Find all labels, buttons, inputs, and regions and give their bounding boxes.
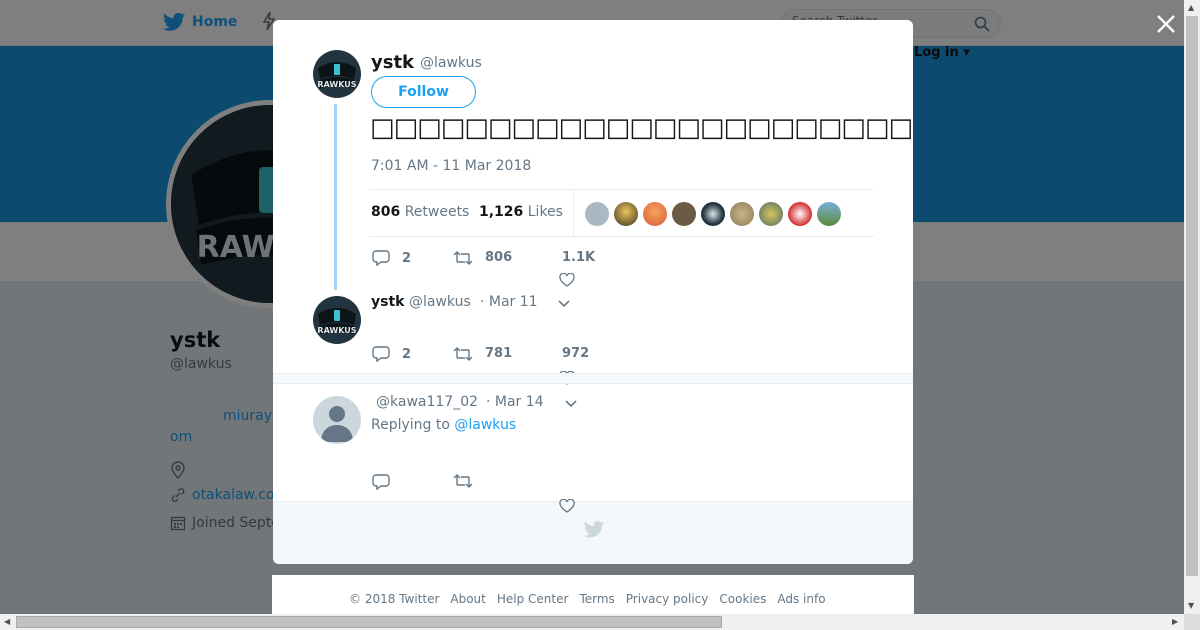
retweet-action[interactable] <box>453 474 473 488</box>
liker-avatar[interactable] <box>701 202 725 226</box>
retweet-action[interactable]: 781 <box>453 346 512 361</box>
page-footer: © 2018 Twitter About Help Center Terms P… <box>272 575 914 614</box>
like-count: 1.1K <box>562 250 596 265</box>
reply-icon <box>372 346 390 362</box>
footer-link-ads-info[interactable]: Ads info <box>777 592 825 606</box>
author-handle[interactable]: @lawkus <box>420 55 482 71</box>
liker-avatar[interactable] <box>672 202 696 226</box>
replying-to-handle[interactable]: @lawkus <box>454 417 516 433</box>
reply-date[interactable]: · Mar 14 <box>486 394 544 410</box>
author-avatar[interactable]: RAWKUS <box>313 50 361 98</box>
reply-action[interactable]: 2 <box>372 250 411 266</box>
horizontal-scrollbar-thumb[interactable] <box>16 616 722 628</box>
conversation-thread-line <box>334 104 337 290</box>
footer-copyright: © 2018 Twitter <box>349 592 440 606</box>
retweet-icon <box>453 250 473 265</box>
retweet-count: 781 <box>485 346 513 361</box>
liker-avatar[interactable] <box>585 202 609 226</box>
reply-action[interactable]: 2 <box>372 346 411 362</box>
reply-action[interactable] <box>372 474 390 490</box>
reply-count: 2 <box>402 346 412 362</box>
liker-avatar[interactable] <box>788 202 812 226</box>
liker-avatar[interactable] <box>643 202 667 226</box>
retweet-action[interactable]: 806 <box>453 250 512 265</box>
scrollbar-corner <box>1184 614 1200 630</box>
footer-link-cookies[interactable]: Cookies <box>719 592 766 606</box>
vertical-scrollbar-thumb[interactable] <box>1186 16 1198 576</box>
close-icon[interactable] <box>1154 12 1178 36</box>
likes-stat[interactable]: 1,126 Likes <box>479 204 563 220</box>
modal-footer <box>273 501 913 564</box>
twitter-bird-icon <box>584 521 604 538</box>
liker-avatar[interactable] <box>614 202 638 226</box>
liker-avatar[interactable] <box>759 202 783 226</box>
author-name[interactable]: ystk <box>371 52 414 73</box>
retweets-label: Retweets <box>404 204 470 220</box>
reply-count: 2 <box>402 250 412 266</box>
conversation-separator <box>273 373 913 384</box>
scroll-up-arrow[interactable]: ▲ <box>1188 3 1194 12</box>
retweet-count: 806 <box>485 250 513 265</box>
retweet-icon <box>453 474 473 488</box>
retweets-count: 806 <box>371 204 401 220</box>
likers-avatars <box>585 202 841 226</box>
svg-text:RAWKUS: RAWKUS <box>317 326 356 335</box>
replying-to-label: Replying to <box>371 417 450 433</box>
footer-link-terms[interactable]: Terms <box>579 592 614 606</box>
footer-link-help-center[interactable]: Help Center <box>497 592 569 606</box>
default-profile-icon <box>321 406 353 442</box>
liker-avatar[interactable] <box>730 202 754 226</box>
reply-author-handle[interactable]: @kawa117_02 <box>376 394 478 410</box>
liker-avatar[interactable] <box>817 202 841 226</box>
scroll-left-arrow[interactable]: ◀ <box>4 617 10 626</box>
default-avatar[interactable] <box>313 396 361 444</box>
svg-text:RAWKUS: RAWKUS <box>317 80 356 89</box>
like-count: 972 <box>562 346 590 361</box>
chevron-down-icon[interactable] <box>557 299 571 309</box>
reply-author-avatar[interactable]: RAWKUS <box>313 296 361 344</box>
footer-link-privacy[interactable]: Privacy policy <box>626 592 709 606</box>
heart-icon[interactable] <box>559 273 575 287</box>
reply-date[interactable]: · Mar 11 <box>480 294 538 310</box>
reply-icon <box>372 250 390 266</box>
replying-to: Replying to @lawkus <box>371 417 516 433</box>
likes-count: 1,126 <box>479 204 524 220</box>
like-action[interactable]: 972 <box>562 346 589 361</box>
tweet-permalink-modal: RAWKUS ystk @lawkus Follow □□□□□□□□□□□□□… <box>273 20 913 564</box>
tweet-text: □□□□□□□□□□□□□□□□□□□□□□□□□□□□□□□□□□□□□□□□… <box>370 113 913 143</box>
retweet-icon <box>453 346 473 361</box>
stats-divider <box>573 190 574 236</box>
footer-link-about[interactable]: About <box>450 592 485 606</box>
scroll-right-arrow[interactable]: ▶ <box>1172 617 1178 626</box>
follow-button[interactable]: Follow <box>371 76 476 108</box>
reply-author-name[interactable]: ystk <box>371 294 404 310</box>
chevron-down-icon[interactable] <box>564 399 578 409</box>
tweet-timestamp[interactable]: 7:01 AM - 11 Mar 2018 <box>371 158 531 174</box>
scroll-down-arrow[interactable]: ▼ <box>1188 601 1194 610</box>
like-action[interactable]: 1.1K <box>562 250 595 265</box>
rawkus-logo-icon: RAWKUS <box>313 296 361 344</box>
retweets-stat[interactable]: 806 Retweets <box>371 204 469 220</box>
footer-links: © 2018 Twitter About Help Center Terms P… <box>349 592 826 606</box>
heart-icon[interactable] <box>559 499 575 513</box>
reply-author-handle[interactable]: @lawkus <box>409 294 471 310</box>
reply-icon <box>372 474 390 490</box>
rawkus-logo-icon: RAWKUS <box>313 50 361 98</box>
likes-label: Likes <box>527 204 563 220</box>
tweet-stats: 806 Retweets 1,126 Likes <box>369 189 874 237</box>
